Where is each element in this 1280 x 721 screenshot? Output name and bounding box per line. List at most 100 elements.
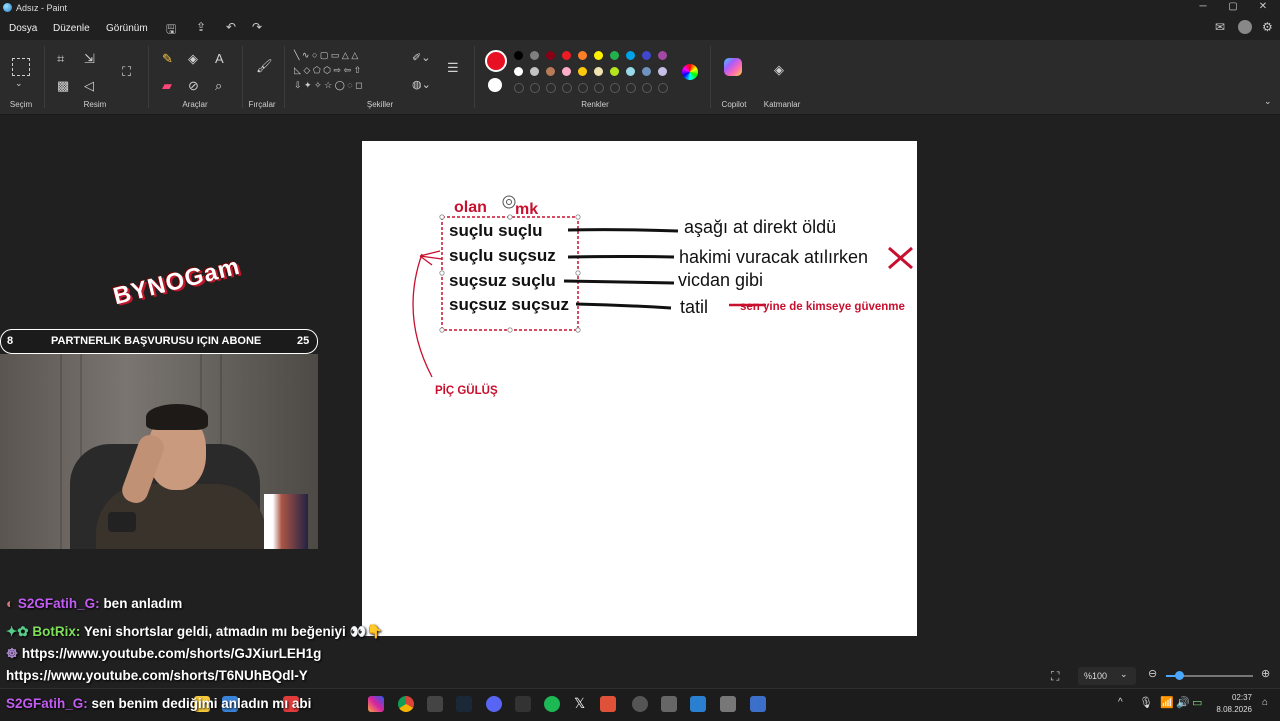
color-swatch[interactable] [610,67,619,76]
color-swatch[interactable] [546,67,555,76]
magnifier-icon[interactable]: ⌕ [215,78,222,94]
collapse-ribbon-icon[interactable]: ⌄ [1264,96,1272,107]
settings-icon[interactable]: ⚙ [1262,20,1273,34]
custom-color-slot[interactable] [530,83,540,93]
color-swatch[interactable] [658,67,667,76]
clock-time[interactable]: 02:37 [1222,693,1252,702]
app-icon-5[interactable] [661,696,677,712]
fill-icon[interactable]: ◈ [188,51,198,67]
clock-date[interactable]: 8.08.2026 [1212,705,1252,714]
red-x-mark [888,246,913,270]
crop-icon[interactable]: ⌗ [57,51,64,67]
primary-color-swatch[interactable] [485,50,507,72]
tray-chevron-icon[interactable]: ^ [1118,697,1123,708]
notification-icon[interactable]: ⌂ [1262,697,1268,708]
text-icon[interactable]: A [215,51,224,66]
color-swatch[interactable] [594,67,603,76]
color-swatch[interactable] [562,51,571,60]
color-picker-icon[interactable]: ⊘ [188,78,199,94]
custom-color-slot[interactable] [546,83,556,93]
redo-icon[interactable]: ↷ [252,20,262,34]
steam-icon[interactable] [456,696,472,712]
remove-background-icon[interactable]: ▩ [57,78,69,94]
selection-icon[interactable] [12,58,30,76]
app-icon-6[interactable] [720,696,736,712]
custom-color-slot[interactable] [658,83,668,93]
color-swatch[interactable] [530,67,539,76]
chevron-down-icon[interactable]: ⌄ [15,78,23,89]
resize-icon[interactable]: ⇲ [84,51,95,67]
color-swatch[interactable] [610,51,619,60]
menu-file[interactable]: Dosya [9,23,37,34]
menu-edit[interactable]: Düzenle [53,23,90,34]
color-swatch[interactable] [594,51,603,60]
avatar[interactable] [1238,20,1252,34]
rotate-icon[interactable]: ◁ [84,78,94,94]
color-swatch[interactable] [562,67,571,76]
custom-color-slot[interactable] [578,83,588,93]
color-swatch[interactable] [658,51,667,60]
zoom-slider-thumb[interactable] [1175,671,1184,680]
secondary-color-swatch[interactable] [488,78,502,92]
banner-text: PARTNERLIK BAŞVURUSU IÇIN ABONE [51,335,262,347]
color-swatch[interactable] [514,51,523,60]
feedback-icon[interactable]: ✉ [1215,20,1225,34]
copilot-icon[interactable] [724,58,742,76]
wifi-icon[interactable]: 📶 [1160,696,1174,709]
obs-icon[interactable] [632,696,648,712]
app-icon-3[interactable] [515,696,531,712]
color-swatch[interactable] [642,51,651,60]
custom-color-slot[interactable] [594,83,604,93]
close-button[interactable]: ✕ [1248,0,1278,16]
color-swatch[interactable] [514,67,523,76]
layers-icon[interactable]: ◈ [774,62,784,78]
share-icon[interactable]: ⇪ [196,20,206,34]
custom-color-slot[interactable] [626,83,636,93]
brush-icon[interactable]: 🖌 [256,58,273,74]
color-swatch[interactable] [626,67,635,76]
x-icon[interactable]: 𝕏 [574,695,585,712]
zoom-select[interactable]: %100 ⌄ [1078,667,1136,685]
zoom-in-icon[interactable]: ⊕ [1261,667,1270,680]
undo-icon[interactable]: ↶ [226,20,236,34]
fit-screen-icon[interactable]: ⛶ [1051,669,1059,684]
color-swatch[interactable] [546,51,555,60]
group-copilot: Copilot [721,100,747,109]
spotify-icon[interactable] [544,696,560,712]
app-icon-4[interactable] [600,696,616,712]
color-swatch[interactable] [626,51,635,60]
instagram-icon[interactable] [368,696,384,712]
chat-message-2: ✦✿ BotRix: Yeni shortslar geldi, atmadın… [6,624,384,639]
paint-taskbar-icon[interactable] [690,696,706,712]
annotation-olan: olan [454,199,487,216]
color-swatch[interactable] [642,67,651,76]
battery-icon[interactable]: ▭ [1192,696,1202,709]
zoom-out-icon[interactable]: ⊖ [1148,667,1157,680]
calculator-icon[interactable] [750,696,766,712]
custom-color-slot[interactable] [562,83,572,93]
image-select-icon[interactable]: ⛶ [122,64,131,80]
color-swatch[interactable] [578,67,587,76]
minimize-button[interactable]: ─ [1188,0,1218,16]
drawing-canvas[interactable]: olan mk suçlu suçlu suçlu suçsuz suçsuz … [362,141,917,636]
volume-icon[interactable]: 🔊 [1176,696,1190,709]
chrome-icon[interactable] [398,696,414,712]
size-icon[interactable]: ☰ [447,60,459,76]
pencil-icon[interactable]: ✎ [162,51,173,67]
custom-color-slot[interactable] [642,83,652,93]
outline-icon[interactable]: ✐⌄ [412,51,430,64]
maximize-button[interactable]: ▢ [1218,0,1248,16]
color-swatch[interactable] [530,51,539,60]
edit-colors-icon[interactable] [682,64,698,80]
custom-color-slot[interactable] [514,83,524,93]
menu-view[interactable]: Görünüm [106,23,148,34]
discord-icon[interactable] [486,696,502,712]
app-icon-2[interactable] [427,696,443,712]
eraser-icon[interactable]: ▰ [162,78,172,94]
shapes-gallery[interactable]: ╲ ∿ ○ ▢ ▭ △ △ ◺ ◇ ⬠ ⬡ ⇨ ⇦ ⇧ ⇩ ✦ ✧ ☆ ◯ ◌ … [292,48,402,98]
custom-color-slot[interactable] [610,83,620,93]
color-swatch[interactable] [578,51,587,60]
save-icon[interactable]: 🖫 [166,20,176,41]
microphone-icon[interactable]: 🎙 [1139,696,1153,709]
fill-style-icon[interactable]: ◍⌄ [412,78,431,91]
